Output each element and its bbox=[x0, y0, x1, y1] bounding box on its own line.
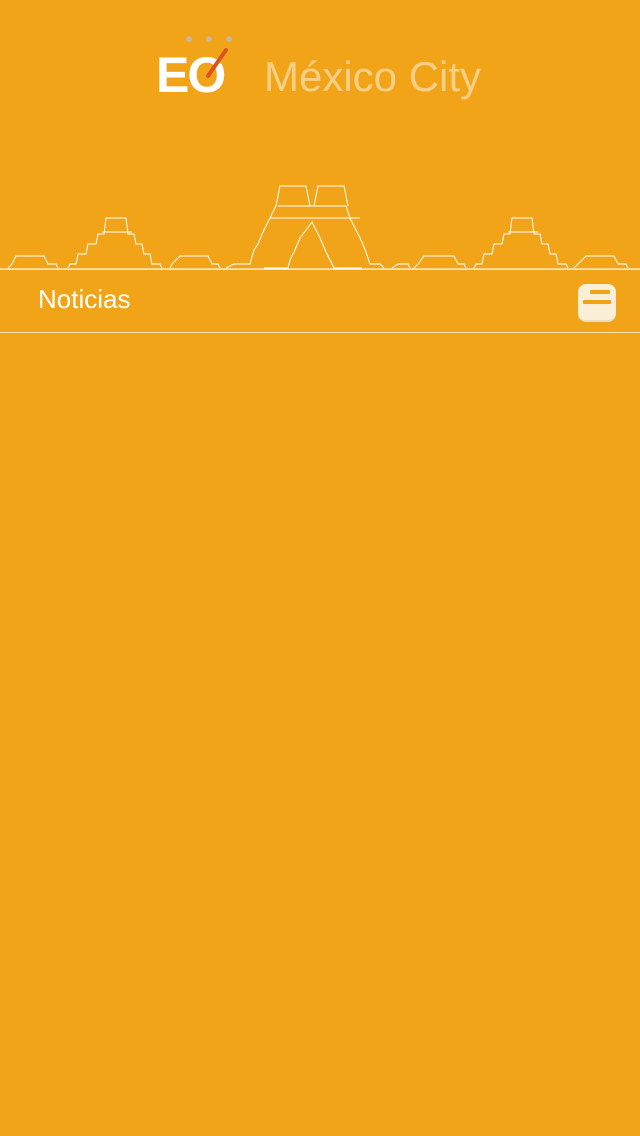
menu-button[interactable] bbox=[578, 284, 616, 322]
pyramid-skyline-illustration bbox=[0, 185, 640, 270]
logo-slash-icon bbox=[206, 48, 228, 78]
news-content-area bbox=[0, 334, 640, 1136]
section-title: Noticias bbox=[38, 284, 131, 314]
app-logo: EO bbox=[156, 36, 236, 100]
city-title: México City bbox=[264, 53, 482, 100]
app-header: EO México City bbox=[0, 0, 640, 270]
section-bar: Noticias bbox=[0, 269, 640, 333]
